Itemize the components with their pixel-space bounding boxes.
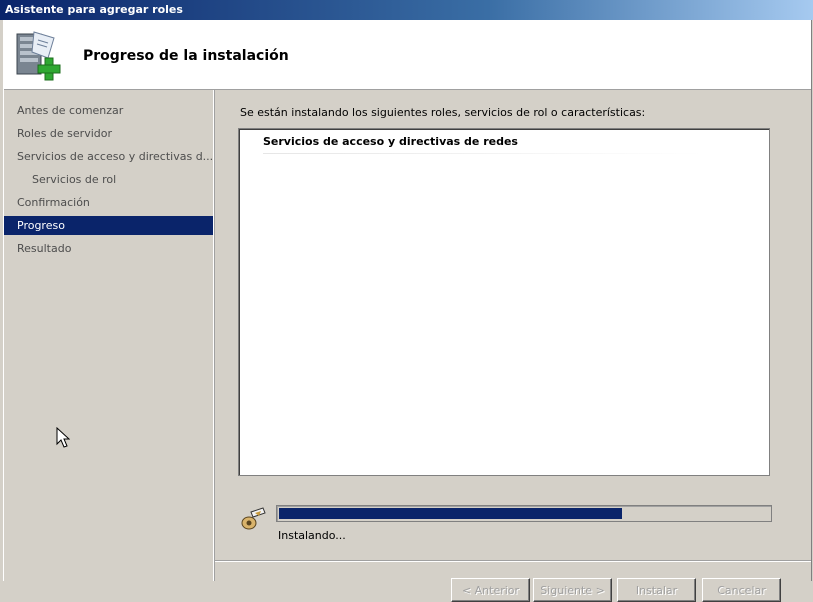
wizard-content: Se están instalando los siguientes roles… (215, 90, 811, 602)
page-title: Progreso de la instalación (83, 48, 289, 64)
list-item-divider (263, 153, 703, 154)
nav-item-7[interactable]: Resultado (4, 239, 213, 258)
wizard-nav: Antes de comenzar Roles de servidor Servic… (4, 90, 215, 581)
install-progress-bar (276, 505, 772, 522)
nav-item-2[interactable]: Roles de servidor (4, 124, 213, 143)
nav-item-4[interactable]: Servicios de rol (4, 170, 213, 189)
wizard-header: Progreso de la instalación (4, 20, 811, 90)
progress-fill (279, 508, 622, 519)
nav-item-3[interactable]: Servicios de acceso y directivas d... (4, 147, 213, 166)
list-item: Servicios de acceso y directivas de rede… (263, 135, 518, 148)
installing-list[interactable]: Servicios de acceso y directivas de rede… (238, 128, 770, 476)
server-roles-add-icon (16, 31, 61, 81)
nav-item-1[interactable]: Antes de comenzar (4, 101, 213, 120)
window-title: Asistente para agregar roles (0, 0, 813, 20)
next-button[interactable]: Siguiente > (533, 578, 612, 602)
nav-item-5[interactable]: Confirmación (4, 193, 213, 212)
wizard-frame: Progreso de la instalación Antes de come… (3, 20, 812, 602)
nav-list: Antes de comenzar Roles de servidor Servic… (4, 101, 213, 262)
cancel-button[interactable]: Cancelar (702, 578, 781, 602)
mouse-pointer-icon (56, 427, 70, 448)
intro-text: Se están instalando los siguientes roles… (240, 106, 646, 119)
hourglass-icon (241, 507, 266, 530)
install-button[interactable]: Instalar (617, 578, 696, 602)
nav-item-6[interactable]: Progreso (4, 216, 213, 235)
back-button[interactable]: < Anterior (451, 578, 530, 602)
status-text: Instalando... (278, 529, 346, 542)
footer-divider (215, 560, 811, 562)
